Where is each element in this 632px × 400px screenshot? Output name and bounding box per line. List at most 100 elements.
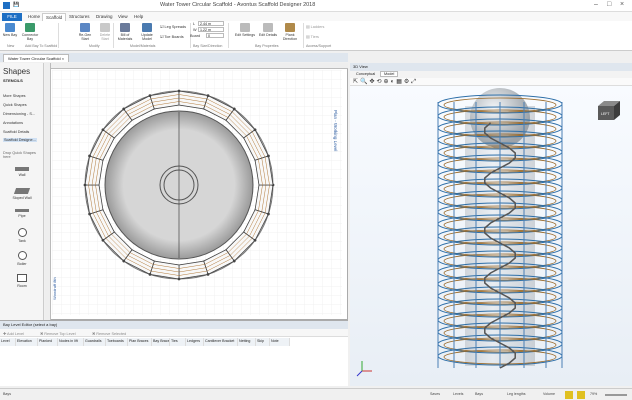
standard-post xyxy=(253,128,257,132)
view3d-header: 3D View xyxy=(350,63,632,71)
edit-settings-label: Edit Settings xyxy=(234,33,256,37)
remove-selected-label: Remove Selected xyxy=(96,332,127,336)
board-field[interactable]: 0 xyxy=(206,33,224,38)
view3d-tool-icons[interactable]: ⇱🔍✥⟲⊕◐▦⚙⤢ xyxy=(353,78,418,86)
column-header[interactable]: Level xyxy=(0,338,16,346)
tab-scaffold[interactable]: Scaffold xyxy=(42,13,67,21)
column-header[interactable]: Bay Brace xyxy=(152,338,170,346)
wall-label: Wall xyxy=(18,173,26,177)
view3d-tabs: Conceptual Model xyxy=(350,71,632,78)
tab-conceptual[interactable]: Conceptual xyxy=(354,72,377,76)
column-header[interactable]: Skip xyxy=(256,338,270,346)
tiers-button[interactable]: ▤ Tiers xyxy=(306,34,319,39)
plan-drawing[interactable]: Plan - Working Level Woodruff 8th xyxy=(52,70,342,315)
connector-bay-label: Connector Bay xyxy=(21,33,39,41)
group-access: Access/Support xyxy=(306,44,332,48)
tab-structures[interactable]: Structures xyxy=(66,13,93,21)
tab-home[interactable]: Home xyxy=(25,13,43,21)
column-header[interactable]: Elevation xyxy=(16,338,38,346)
connector-bay-icon xyxy=(25,23,35,32)
update-model-button[interactable]: Update Model xyxy=(137,23,157,43)
doc-tab[interactable]: Water Tower Circular Scaffold × xyxy=(3,54,70,62)
tab-file[interactable]: FILE xyxy=(2,13,22,21)
stencil-scaffold-details[interactable]: Scaffold Details xyxy=(3,130,29,134)
tab-view[interactable]: View xyxy=(115,13,131,21)
column-header[interactable]: Cantilever Bracket xyxy=(204,338,238,346)
plank-direction-button[interactable]: Plank Direction xyxy=(279,23,301,43)
plan-bottom-label: Woodruff 8th xyxy=(52,277,57,300)
column-header[interactable]: Toeboards xyxy=(106,338,128,346)
new-bay-button[interactable]: New Bay xyxy=(1,23,19,43)
shape-sloped-wall[interactable]: Sloped Wall xyxy=(4,188,40,200)
view-cube[interactable]: LEFT xyxy=(598,101,620,120)
divider xyxy=(228,23,229,48)
leg-spreads-checkbox[interactable]: ☑ Leg Spreads xyxy=(160,24,186,29)
column-header[interactable]: Plan Braces xyxy=(128,338,152,346)
standard-post xyxy=(266,154,270,158)
remove-top-label: Remove Top Level xyxy=(44,332,76,336)
edit-details-button[interactable]: Edit Details xyxy=(258,23,278,43)
grid-icon[interactable] xyxy=(577,391,585,399)
document-tabs: Water Tower Circular Scaffold × xyxy=(0,53,348,62)
column-header[interactable]: Guardrails xyxy=(84,338,106,346)
delete-start-button[interactable]: Delete Start xyxy=(96,23,114,43)
group-model: Model/Materials xyxy=(130,44,156,48)
bom-label: Bill of Materials xyxy=(117,33,133,41)
stencil-annotations[interactable]: Annotations xyxy=(3,121,23,125)
view3d-title: 3D View xyxy=(353,64,368,69)
scaffold-3d xyxy=(437,94,563,369)
view3d-toolbar: ⇱🔍✥⟲⊕◐▦⚙⤢ xyxy=(350,78,632,86)
add-level-button[interactable]: ✚ Add Level xyxy=(3,331,24,336)
bay-level-editor: Bay Level Editor (select a bay) ✚ Add Le… xyxy=(0,320,348,386)
tab-model[interactable]: Model xyxy=(380,71,399,77)
stencil-quick-shapes[interactable]: Quick Shapes xyxy=(3,103,27,107)
shape-wall[interactable]: Wall xyxy=(4,167,40,177)
column-header[interactable]: Netting xyxy=(238,338,256,346)
zoom-slider[interactable] xyxy=(605,394,627,396)
length-field[interactable]: 2.44 m xyxy=(198,21,224,26)
tab-help[interactable]: Help xyxy=(131,13,146,21)
column-header[interactable]: Ties xyxy=(170,338,186,346)
level-editor-header: Bay Level Editor (select a bay) xyxy=(0,321,348,329)
column-header[interactable]: Nodes in lift xyxy=(58,338,84,346)
new-bay-icon xyxy=(5,23,15,32)
column-header[interactable]: Ledgers xyxy=(186,338,204,346)
regen-start-button[interactable]: Re-Gen Start xyxy=(76,23,94,43)
ladders-button[interactable]: ▤ Ladders xyxy=(306,24,324,29)
standard-post xyxy=(266,212,270,216)
remove-top-level-button[interactable]: ✖ Remove Top Level xyxy=(40,331,76,336)
minimize-icon[interactable]: – xyxy=(594,1,598,8)
stencil-dimensioning[interactable]: Dimensioning - S... xyxy=(3,112,35,116)
bill-of-materials-button[interactable]: Bill of Materials xyxy=(115,23,135,43)
shape-room[interactable]: Room xyxy=(4,274,40,288)
stencil-more-shapes[interactable]: More Shapes xyxy=(3,94,26,98)
save-icon[interactable]: 💾 xyxy=(13,2,19,8)
zoom-level: 79% xyxy=(590,392,598,396)
status-volume: Volume xyxy=(543,392,555,396)
group-add-bay: Add Bay To Scaffold xyxy=(25,44,58,48)
snap-icon[interactable] xyxy=(565,391,573,399)
stencil-scaffold-designer[interactable]: Scaffold Designe... xyxy=(3,138,37,142)
add-level-label: Add Level xyxy=(7,332,24,336)
ribbon-tabs: FILE Home Scaffold Structures Drawing Vi… xyxy=(0,12,632,21)
shape-boiler[interactable]: Boiler xyxy=(4,251,40,266)
connector-bay-button[interactable]: Connector Bay xyxy=(20,23,40,43)
toe-boards-checkbox[interactable]: ☑ Toe Boards xyxy=(160,34,184,39)
standard-post xyxy=(206,94,210,98)
column-header[interactable]: Note xyxy=(270,338,290,346)
edit-details-label: Edit Details xyxy=(258,33,278,37)
column-header[interactable]: Planked xyxy=(38,338,58,346)
remove-selected-button[interactable]: ✖ Remove Selected xyxy=(92,331,126,336)
tank-icon xyxy=(17,228,27,237)
room-label: Room xyxy=(17,284,27,288)
standard-post xyxy=(88,212,92,216)
tab-drawing[interactable]: Drawing xyxy=(93,13,116,21)
edit-settings-button[interactable]: Edit Settings xyxy=(234,23,256,43)
shape-tank[interactable]: Tank xyxy=(4,228,40,243)
maximize-icon[interactable]: □ xyxy=(607,1,611,8)
shape-pipe[interactable]: Pipe xyxy=(4,209,40,218)
width-field[interactable]: 1.22 m xyxy=(198,27,224,32)
divider xyxy=(303,23,304,48)
close-icon[interactable]: × xyxy=(620,1,624,8)
view3d-canvas[interactable]: LEFT xyxy=(350,86,632,386)
